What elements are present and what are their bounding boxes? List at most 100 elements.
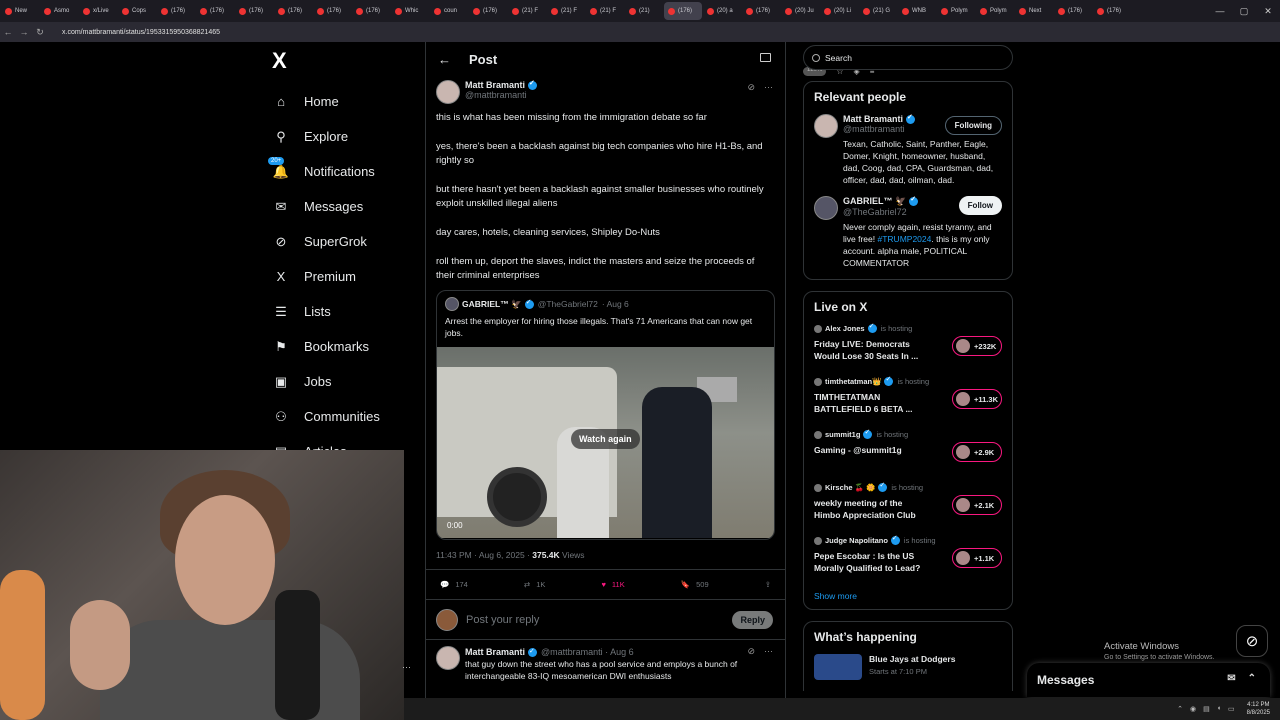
host-name[interactable]: Alex Jones [825, 324, 865, 333]
video-player[interactable]: Watch again 0:00 [437, 347, 774, 538]
expand-icon[interactable]: ⌃ [1248, 673, 1256, 684]
browser-tab[interactable]: Polym [937, 2, 975, 20]
share-icon[interactable]: ⇪ [765, 580, 771, 589]
volume-icon[interactable]: ◖ [1217, 705, 1221, 713]
avatar[interactable] [436, 80, 460, 104]
bookmark-action[interactable]: 🔖 509 [681, 580, 709, 589]
browser-tab[interactable]: (21) F [508, 2, 546, 20]
browser-tab[interactable]: (176) [196, 2, 234, 20]
maximize-icon[interactable]: ▢ [1232, 0, 1256, 22]
reply-button[interactable]: Reply [732, 611, 773, 629]
listener-count[interactable]: +1.1K [952, 548, 1002, 568]
like-action[interactable]: ♥ 11K [601, 580, 624, 589]
repost-action[interactable]: ⇄ 1K [524, 580, 545, 589]
browser-tab[interactable]: (20) Ju [781, 2, 819, 20]
avatar[interactable] [436, 646, 460, 670]
sidebar-item-premium[interactable]: X Premium [268, 259, 418, 294]
browser-tab[interactable]: coun [430, 2, 468, 20]
sidebar-item-jobs[interactable]: ▣ Jobs [268, 364, 418, 399]
search-input[interactable]: Search [803, 45, 1013, 70]
browser-tab[interactable]: (176) [1093, 2, 1131, 20]
sidebar-item-messages[interactable]: ✉ Messages [268, 189, 418, 224]
back-arrow-icon[interactable]: ← [438, 52, 451, 67]
grok-icon[interactable]: ⊘ [1236, 625, 1268, 657]
live-item[interactable]: Kirsche 🍒 🌼 is hosting weekly meeting of t… [814, 481, 1002, 536]
reply-input[interactable]: Post your reply [466, 614, 539, 626]
host-name[interactable]: timthetatman👑 [825, 377, 881, 386]
author-handle[interactable]: @mattbramanti [465, 90, 537, 100]
sidebar-item-explore[interactable]: ⚲ Explore [268, 119, 418, 154]
host-name[interactable]: summit1g [825, 430, 860, 439]
live-item[interactable]: Judge Napolitano is hosting Pepe Escobar :… [814, 534, 1002, 589]
url-field[interactable]: x.com/mattbramanti/status/19533159503688… [62, 29, 220, 36]
follow-button[interactable]: Follow [958, 196, 1002, 215]
browser-tab[interactable]: Next [1015, 2, 1053, 20]
hashtag-link[interactable]: #TRUMP2024 [878, 234, 932, 244]
quoted-post[interactable]: GABRIEL™ 🦅 @TheGabriel72 · Aug 6 Arrest … [436, 290, 775, 540]
reply-action[interactable]: 💬 174 [440, 580, 468, 589]
sidebar-item-bookmarks[interactable]: ⚑ Bookmarks [268, 329, 418, 364]
person-item[interactable]: GABRIEL™ 🦅 @TheGabriel72 Never comply ag… [814, 195, 1002, 269]
messages-drawer[interactable]: Messages ✉ ⌃ [1027, 663, 1270, 697]
browser-tab[interactable]: (21) F [547, 2, 585, 20]
listener-count[interactable]: +2.9K [952, 442, 1002, 462]
browser-tab[interactable]: New [1, 2, 39, 20]
reply-author-handle[interactable]: @mattbramanti · Aug 6 [541, 646, 634, 658]
avatar[interactable] [814, 196, 838, 220]
minimize-icon[interactable]: — [1208, 0, 1232, 22]
browser-tab[interactable]: Polym [976, 2, 1014, 20]
browser-tab[interactable]: (176) [352, 2, 390, 20]
person-item[interactable]: Matt Bramanti @mattbramanti Texan, Catho… [814, 113, 1002, 186]
browser-tab[interactable]: (176) [274, 2, 312, 20]
more-icon[interactable]: ··· [764, 646, 773, 657]
live-item[interactable]: summit1g is hosting Gaming - @summit1g +2.9… [814, 428, 1002, 483]
close-icon[interactable]: ✕ [1256, 0, 1280, 22]
browser-tab[interactable]: (176) [313, 2, 351, 20]
sidebar-item-communities[interactable]: ⚇ Communities [268, 399, 418, 434]
browser-tab[interactable]: x/Live [79, 2, 117, 20]
browser-tab[interactable]: Whic [391, 2, 429, 20]
browser-tab[interactable]: (176) [664, 2, 702, 20]
show-more-link[interactable]: Show more [814, 591, 1002, 601]
browser-tab[interactable]: Cops [118, 2, 156, 20]
grok-icon[interactable]: ⊘ [747, 82, 755, 93]
reload-icon[interactable]: ↻ [32, 27, 48, 38]
browser-tab[interactable]: (21) G [859, 2, 897, 20]
browser-tab[interactable]: (20) a [703, 2, 741, 20]
browser-tab[interactable]: (176) [235, 2, 273, 20]
battery-icon[interactable]: ▭ [1228, 705, 1235, 713]
listener-count[interactable]: +232K [952, 336, 1002, 356]
browser-tab[interactable]: (21) F [586, 2, 624, 20]
browser-tab[interactable]: (21) [625, 2, 663, 20]
avatar[interactable] [814, 114, 838, 138]
browser-tab[interactable]: (176) [1054, 2, 1092, 20]
quoted-author-name[interactable]: GABRIEL™ 🦅 [462, 299, 522, 310]
browser-tab[interactable]: (176) [469, 2, 507, 20]
reply-author-name[interactable]: Matt Bramanti [465, 646, 525, 658]
grok-icon[interactable]: ⊘ [747, 646, 755, 657]
sidebar-item-lists[interactable]: ☰ Lists [268, 294, 418, 329]
listener-count[interactable]: +2.1K [952, 495, 1002, 515]
sidebar-item-notifications[interactable]: 🔔 20+ Notifications [268, 154, 418, 189]
host-name[interactable]: Kirsche 🍒 🌼 [825, 483, 875, 492]
quoted-author-handle[interactable]: @TheGabriel72 [538, 299, 598, 309]
reply-post[interactable]: Matt Bramanti @mattbramanti · Aug 6 that… [426, 640, 785, 688]
live-item[interactable]: Alex Jones is hosting Friday LIVE: Democra… [814, 322, 1002, 377]
forward-icon[interactable]: → [16, 27, 32, 37]
new-message-icon[interactable]: ✉ [1227, 673, 1235, 684]
listener-count[interactable]: +11.3K [952, 389, 1002, 409]
browser-tab[interactable]: WNB [898, 2, 936, 20]
author-name[interactable]: Matt Bramanti [465, 79, 538, 90]
x-logo-icon[interactable]: X [272, 48, 298, 74]
browser-tab[interactable]: Asmo [40, 2, 78, 20]
network-icon[interactable]: ▤ [1203, 705, 1210, 713]
tray-app-icon[interactable]: ◉ [1190, 705, 1196, 713]
trend-item[interactable]: Blue Jays at Dodgers Starts at 7:10 PM [814, 654, 1002, 680]
post-timestamp[interactable]: 11:43 PM · Aug 6, 2025 · [436, 550, 532, 560]
host-name[interactable]: Judge Napolitano [825, 536, 888, 545]
avatar[interactable] [445, 297, 459, 311]
browser-tab[interactable]: (176) [742, 2, 780, 20]
sidebar-item-supergrok[interactable]: ⊘ SuperGrok [268, 224, 418, 259]
reader-mode-icon[interactable] [760, 53, 771, 62]
browser-tab[interactable]: (176) [157, 2, 195, 20]
